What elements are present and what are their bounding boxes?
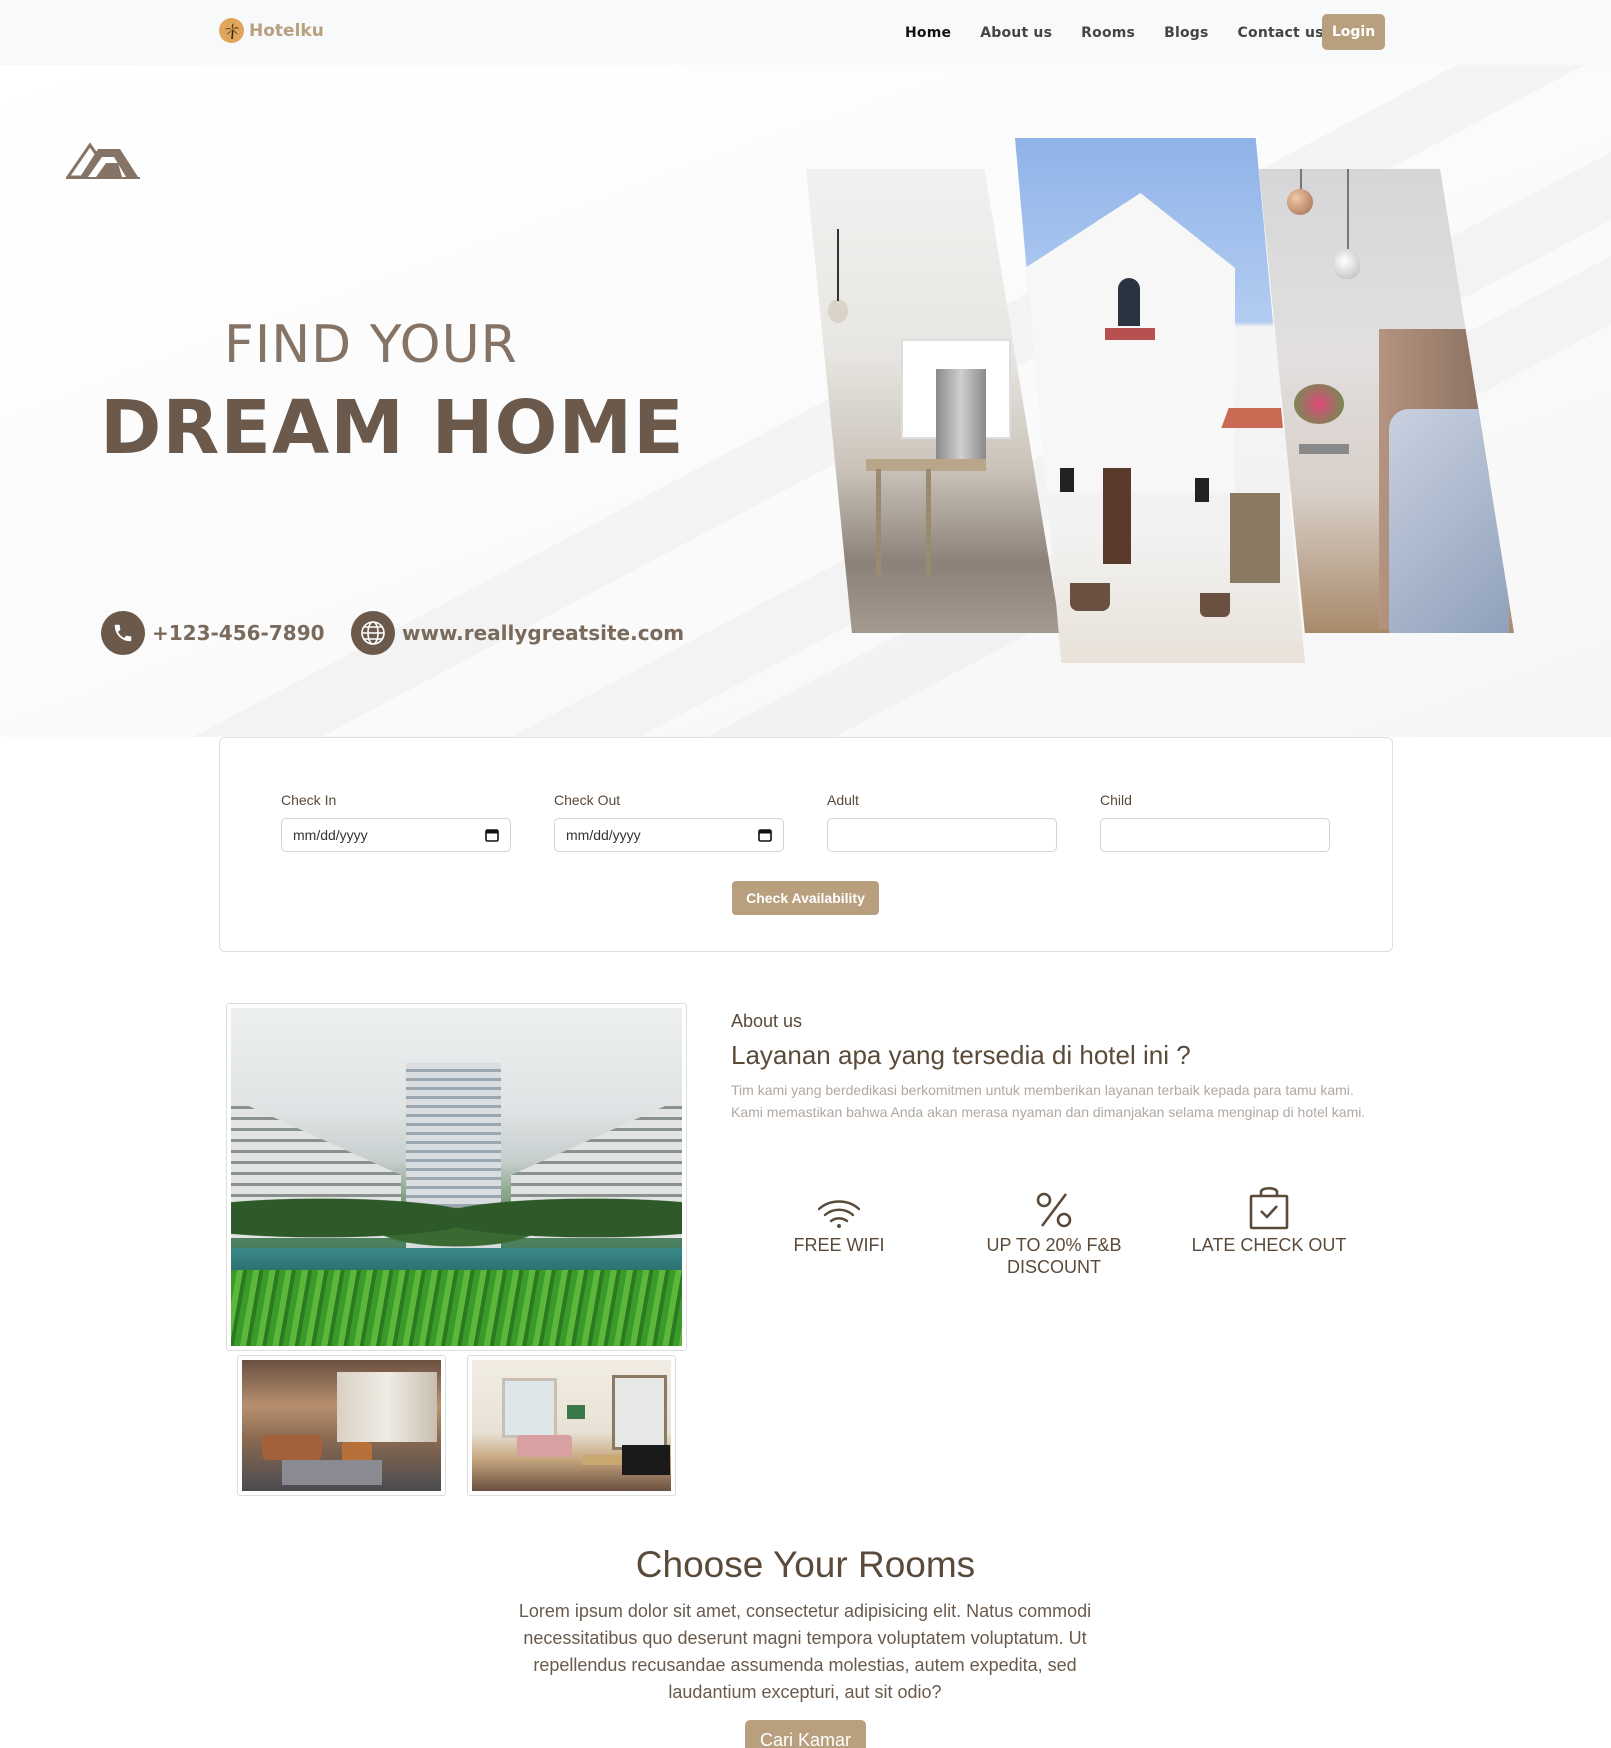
feature-free-wifi: FREE WIFI (734, 1184, 944, 1256)
hero-phone: +123-456-7890 (101, 611, 325, 655)
check-in-date-input[interactable]: mm/dd/yyyy (281, 818, 511, 852)
navbar: Hotelku Home About us Rooms Blogs Contac… (0, 0, 1611, 65)
phone-icon (101, 611, 145, 655)
check-in-label: Check In (281, 792, 337, 808)
check-out-field: Check Out mm/dd/yyyy (554, 792, 784, 852)
nav-rooms[interactable]: Rooms (1081, 25, 1135, 41)
brand-name: Hotelku (249, 20, 324, 41)
percent-icon (949, 1184, 1159, 1230)
nav-contact-us[interactable]: Contact us (1238, 25, 1324, 41)
adult-input[interactable] (827, 818, 1057, 852)
lounge-room-image (467, 1355, 676, 1496)
about-subtitle: About us (731, 1011, 803, 1031)
hero-house-image (1015, 138, 1305, 663)
rooms-title: Choose Your Rooms (635, 1544, 976, 1585)
check-in-value: mm/dd/yyyy (293, 827, 368, 843)
feature-late-check-out: LATE CHECK OUT (1164, 1184, 1374, 1256)
website-url: www.reallygreatsite.com (402, 621, 685, 645)
feature-label: LATE CHECK OUT (1191, 1235, 1347, 1255)
main-nav: Home About us Rooms Blogs Contact us (905, 0, 1353, 65)
nav-home[interactable]: Home (905, 25, 951, 41)
login-button[interactable]: Login (1322, 14, 1385, 50)
phone-number: +123-456-7890 (152, 621, 325, 645)
check-out-label: Check Out (554, 792, 621, 808)
child-input[interactable] (1100, 818, 1330, 852)
hero-title-line2: DREAM HOME (100, 385, 685, 471)
child-label: Child (1100, 792, 1132, 808)
wifi-icon (734, 1184, 944, 1230)
globe-icon (351, 611, 395, 655)
child-field: Child (1100, 792, 1330, 852)
check-availability-button[interactable]: Check Availability (732, 881, 879, 915)
check-out-date-input[interactable]: mm/dd/yyyy (554, 818, 784, 852)
nav-about-us[interactable]: About us (980, 25, 1052, 41)
check-out-value: mm/dd/yyyy (566, 827, 641, 843)
check-in-field: Check In mm/dd/yyyy (281, 792, 511, 852)
nav-blogs[interactable]: Blogs (1164, 25, 1208, 41)
adult-label: Adult (827, 792, 859, 808)
feature-label: UP TO 20% F&B DISCOUNT (986, 1235, 1122, 1277)
find-room-button[interactable]: Cari Kamar (745, 1720, 866, 1748)
booking-form: Check In mm/dd/yyyy Check Out mm/dd/yyyy… (219, 737, 1393, 952)
brand[interactable]: Hotelku (219, 18, 324, 43)
shopping-bag-check-icon (1164, 1184, 1374, 1230)
feature-label: FREE WIFI (793, 1235, 885, 1255)
rooms-description: Lorem ipsum dolor sit amet, consectetur … (518, 1601, 1092, 1702)
hero-website: www.reallygreatsite.com (351, 611, 684, 655)
hero-banner: FIND YOUR DREAM HOME +123-456-7890 www.r… (0, 65, 1611, 737)
calendar-icon[interactable] (485, 828, 499, 842)
living-room-image (237, 1355, 446, 1496)
house-roof-logo-icon (66, 142, 140, 179)
feature-fnb-discount: UP TO 20% F&B DISCOUNT (949, 1184, 1159, 1278)
hero-title-line1: FIND YOUR (224, 315, 518, 375)
adult-field: Adult (827, 792, 1057, 852)
calendar-icon[interactable] (758, 828, 772, 842)
about-title: Layanan apa yang tersedia di hotel ini ? (731, 1040, 1191, 1070)
hotel-exterior-image (226, 1003, 687, 1351)
palm-tree-icon (219, 18, 244, 43)
about-description: Tim kami yang berdedikasi berkomitmen un… (731, 1082, 1366, 1120)
